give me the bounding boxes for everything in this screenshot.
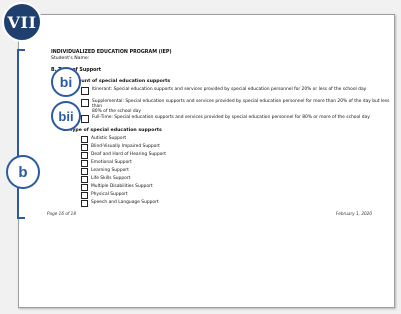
- multiple-disabilities-checkbox[interactable]: [81, 184, 88, 191]
- supplemental-text: Supplemental: Special education supports…: [92, 99, 394, 115]
- amount-option-full-time[interactable]: Full-Time: Special education supports an…: [81, 115, 370, 123]
- type-option[interactable]: Multiple Disabilities Support: [81, 184, 153, 191]
- type-option[interactable]: Blind-Visually Impaired Support: [81, 144, 160, 151]
- document-page: INDIVIDUALIZED EDUCATION PROGRAM (IEP) S…: [18, 14, 395, 308]
- learning-support-checkbox[interactable]: [81, 168, 88, 175]
- section-bracket: [17, 49, 25, 219]
- blind-visually-impaired-label: Blind-Visually Impaired Support: [91, 144, 160, 149]
- speech-language-label: Speech and Language Support: [91, 200, 159, 205]
- deaf-hard-of-hearing-checkbox[interactable]: [81, 152, 88, 159]
- itinerant-label: Itinerant: Special education supports an…: [92, 87, 367, 92]
- life-skills-support-checkbox[interactable]: [81, 176, 88, 183]
- document-title: INDIVIDUALIZED EDUCATION PROGRAM (IEP): [51, 50, 172, 55]
- step-badge: VII: [2, 2, 42, 42]
- supplemental-checkbox[interactable]: [81, 99, 89, 107]
- learning-support-label: Learning Support: [91, 168, 129, 173]
- type-option[interactable]: Life Skills Support: [81, 176, 130, 183]
- blind-visually-impaired-checkbox[interactable]: [81, 144, 88, 151]
- speech-language-checkbox[interactable]: [81, 200, 88, 207]
- document-date: February 1, 2020: [335, 211, 372, 216]
- full-time-label: Full-Time: Special education supports an…: [92, 115, 370, 120]
- supplemental-label-line2: 80% of the school day: [92, 109, 141, 115]
- type-option[interactable]: Deaf and Hard of Hearing Support: [81, 152, 166, 159]
- supplemental-label: Supplemental: Special education supports…: [92, 99, 390, 110]
- multiple-disabilities-label: Multiple Disabilities Support: [91, 184, 153, 189]
- type-option[interactable]: Autistic Support: [81, 136, 126, 143]
- full-time-checkbox[interactable]: [81, 115, 89, 123]
- callout-bi-badge: bi: [51, 67, 81, 97]
- autistic-support-checkbox[interactable]: [81, 136, 88, 143]
- deaf-hard-of-hearing-label: Deaf and Hard of Hearing Support: [91, 152, 166, 157]
- type-option[interactable]: Learning Support: [81, 168, 129, 175]
- student-name-label: Student's Name:: [51, 56, 90, 61]
- autistic-support-label: Autistic Support: [91, 136, 127, 141]
- emotional-support-label: Emotional Support: [91, 160, 132, 165]
- emotional-support-checkbox[interactable]: [81, 160, 88, 167]
- life-skills-support-label: Life Skills Support: [91, 176, 131, 181]
- callout-b-badge: b: [6, 155, 40, 189]
- type-heading: 2. Type of special education supports: [63, 128, 162, 133]
- page-number: Page 16 of 18: [47, 211, 77, 216]
- amount-option-itinerant[interactable]: Itinerant: Special education supports an…: [81, 87, 366, 95]
- type-option[interactable]: Physical Support: [81, 192, 128, 199]
- type-option[interactable]: Speech and Language Support: [81, 200, 159, 207]
- physical-support-label: Physical Support: [91, 192, 128, 197]
- physical-support-checkbox[interactable]: [81, 192, 88, 199]
- amount-option-supplemental[interactable]: Supplemental: Special education supports…: [81, 99, 394, 115]
- itinerant-checkbox[interactable]: [81, 87, 89, 95]
- callout-bii-badge: bii: [51, 101, 81, 131]
- type-option[interactable]: Emotional Support: [81, 160, 132, 167]
